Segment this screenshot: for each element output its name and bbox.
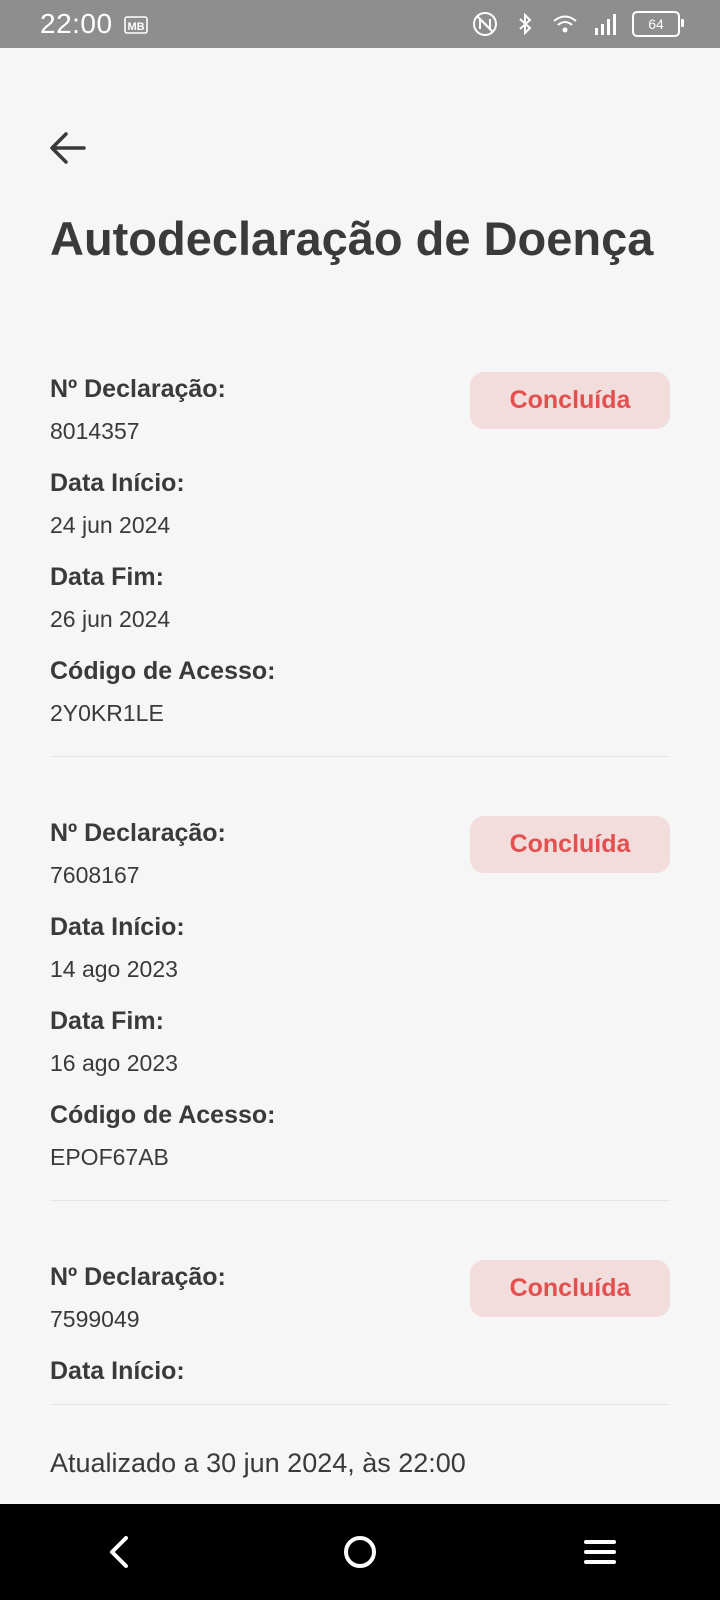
status-bar: 22:00 MB 64 [0, 0, 720, 48]
end-date-label: Data Fim: [50, 563, 164, 591]
end-date-value: 26 jun 2024 [50, 606, 171, 632]
end-date-value: 16 ago 2023 [50, 1050, 178, 1076]
system-nav-bar [0, 1504, 720, 1600]
circle-home-icon [344, 1536, 376, 1568]
battery-indicator: 64 [632, 11, 684, 37]
nav-back-button[interactable] [90, 1522, 150, 1582]
cellular-signal-icon [595, 14, 616, 35]
bluetooth-icon [519, 12, 532, 36]
arrow-left-icon [50, 132, 86, 164]
start-date-label: Data Início: [50, 469, 185, 497]
nav-home-button[interactable] [330, 1522, 390, 1582]
end-date-label: Data Fim: [50, 1007, 164, 1035]
declaration-card[interactable]: Concluída Nº Declaração: 7608167 Data In… [50, 816, 670, 1201]
declaration-card[interactable]: Concluída Nº Declaração: 8014357 Data In… [50, 372, 670, 757]
access-code-label: Código de Acesso: [50, 657, 276, 685]
svg-text:MB: MB [127, 21, 144, 33]
start-date-label: Data Início: [50, 1357, 185, 1385]
access-code-value: 2Y0KR1LE [50, 700, 164, 726]
access-code-label: Código de Acesso: [50, 1101, 276, 1129]
start-date-label: Data Início: [50, 913, 185, 941]
declaration-card[interactable]: Concluída Nº Declaração: 7599049 Data In… [50, 1260, 670, 1405]
start-date-value: 24 jun 2024 [50, 512, 171, 538]
access-code-value: EPOF67AB [50, 1144, 169, 1170]
start-date-value: 14 ago 2023 [50, 956, 178, 982]
hamburger-menu-icon [584, 1540, 616, 1564]
status-badge: Concluída [470, 816, 670, 873]
nfc-icon [473, 12, 497, 36]
page-title: Autodeclaração de Doença [50, 212, 654, 265]
mb-icon: MB [123, 16, 148, 34]
wifi-icon [553, 15, 577, 33]
battery-level: 64 [648, 16, 664, 32]
chevron-left-icon [110, 1536, 128, 1568]
status-time: 22:00 [40, 8, 113, 39]
last-updated-text: Atualizado a 30 jun 2024, às 22:00 [50, 1448, 466, 1478]
back-button[interactable] [48, 128, 88, 168]
status-badge: Concluída [470, 1260, 670, 1317]
nav-menu-button[interactable] [570, 1522, 630, 1582]
status-badge: Concluída [470, 372, 670, 429]
